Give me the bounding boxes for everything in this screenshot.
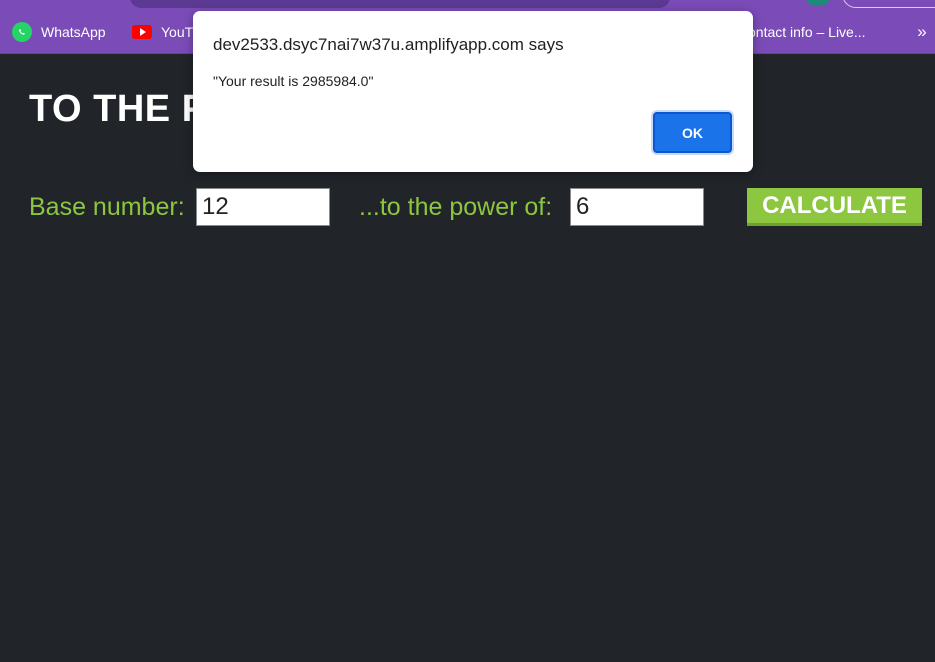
- bookmark-whatsapp[interactable]: WhatsApp: [12, 22, 106, 42]
- base-number-input[interactable]: [196, 188, 330, 226]
- youtube-icon: [132, 25, 152, 39]
- whatsapp-icon: [12, 22, 32, 42]
- bookmarks-overflow-icon[interactable]: »: [912, 20, 932, 44]
- dialog-message: "Your result is 2985984.0": [213, 73, 374, 89]
- bookmark-youtube[interactable]: YouT: [132, 22, 193, 42]
- profile-avatar[interactable]: [806, 0, 830, 6]
- bookmark-contact-info[interactable]: ontact info – Live...: [748, 22, 866, 42]
- browser-toolbar: [0, 0, 935, 10]
- address-bar[interactable]: [130, 0, 670, 8]
- power-label: ...to the power of:: [359, 193, 553, 221]
- power-input[interactable]: [570, 188, 704, 226]
- bookmark-label: YouT: [161, 24, 194, 40]
- bookmark-label: WhatsApp: [41, 24, 106, 40]
- toolbar-pill-button[interactable]: [842, 0, 935, 8]
- dialog-origin: dev2533.dsyc7nai7w37u.amplifyapp.com say…: [213, 35, 564, 54]
- base-number-label: Base number:: [29, 193, 185, 221]
- alert-dialog: dev2533.dsyc7nai7w37u.amplifyapp.com say…: [193, 11, 753, 172]
- ok-button[interactable]: OK: [653, 112, 732, 153]
- calculate-button[interactable]: CALCULATE: [747, 188, 922, 226]
- page-title: TO THE P: [29, 88, 208, 130]
- bookmark-label: ontact info – Live...: [748, 24, 866, 40]
